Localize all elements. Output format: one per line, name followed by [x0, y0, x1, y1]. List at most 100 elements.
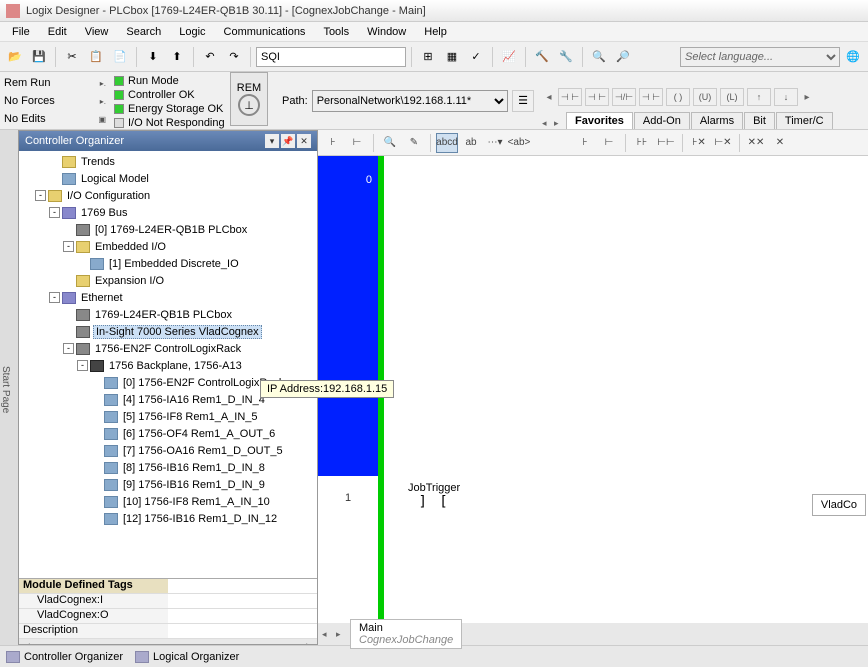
verify-icon[interactable]: ✓	[465, 46, 487, 68]
tree-item[interactable]: -Embedded I/O	[21, 238, 315, 255]
xic-contact[interactable]: JobTrigger ] [	[408, 482, 460, 510]
menu-window[interactable]: Window	[359, 24, 414, 40]
quickfind-input[interactable]	[256, 47, 406, 67]
palette-right-icon[interactable]: ▸	[800, 90, 814, 104]
tree-expander-icon[interactable]: -	[49, 292, 60, 303]
palette-tab-alarms[interactable]: Alarms	[691, 112, 743, 129]
path-select[interactable]: PersonalNetwork\192.168.1.11*	[312, 90, 508, 112]
tree-item[interactable]: [1] Embedded Discrete_IO	[21, 255, 315, 272]
trend-icon[interactable]: 📈	[498, 46, 520, 68]
tree-item[interactable]: -Ethernet	[21, 289, 315, 306]
t7-icon[interactable]: ✕✕	[745, 133, 767, 153]
tab-left-icon[interactable]: ◂	[322, 629, 336, 640]
menu-view[interactable]: View	[77, 24, 117, 40]
open-icon[interactable]: 📂	[4, 46, 26, 68]
tree-expander-icon[interactable]: -	[77, 360, 88, 371]
paste-icon[interactable]: 📄	[109, 46, 131, 68]
scrollbar[interactable]: ◂▸	[19, 639, 317, 644]
edits-dropdown-icon[interactable]: ▣	[98, 115, 106, 124]
t1-icon[interactable]: ⊦	[574, 133, 596, 153]
upload-icon[interactable]: ⬆	[166, 46, 188, 68]
build-all-icon[interactable]: 🔧	[555, 46, 577, 68]
tree-expander-icon[interactable]: -	[63, 241, 74, 252]
tree-expander-icon[interactable]: -	[35, 190, 46, 201]
rung-1[interactable]: 1 JobTrigger ] [ VladCo	[318, 478, 868, 528]
tree-expander-icon[interactable]: -	[49, 207, 60, 218]
controller-organizer-tab[interactable]: Controller Organizer	[6, 651, 123, 663]
t4-icon[interactable]: ⊢⊢	[655, 133, 677, 153]
ladder-area[interactable]: 0 1 JobTrigger ] [ VladCo	[318, 156, 868, 645]
redo-icon[interactable]: ↷	[223, 46, 245, 68]
t5-icon[interactable]: ⊦✕	[688, 133, 710, 153]
element-button-6[interactable]: (L)	[720, 88, 744, 106]
instruction-box[interactable]: VladCo	[812, 494, 866, 516]
logical-organizer-tab[interactable]: Logical Organizer	[135, 651, 239, 663]
palette-tab-add-on[interactable]: Add-On	[634, 112, 690, 129]
menu-edit[interactable]: Edit	[40, 24, 75, 40]
zoom-icon[interactable]: 🔍	[379, 133, 401, 153]
crossref-icon[interactable]: ⊞	[417, 46, 439, 68]
build-icon[interactable]: 🔨	[531, 46, 553, 68]
tab-right-icon[interactable]: ▸	[336, 629, 350, 640]
rung-icon[interactable]: ⊦	[322, 133, 344, 153]
forces-dropdown-icon[interactable]: ▸.	[100, 97, 106, 106]
element-button-7[interactable]: ↑	[747, 88, 771, 106]
element-button-4[interactable]: ( )	[666, 88, 690, 106]
tree-item[interactable]: [6] 1756-OF4 Rem1_A_OUT_6	[21, 425, 315, 442]
dropdown-icon[interactable]: ▾	[265, 134, 279, 148]
prop-row[interactable]: VladCognex:O	[19, 609, 168, 623]
palette-left-icon[interactable]: ◂	[542, 90, 556, 104]
menu-file[interactable]: File	[4, 24, 38, 40]
cut-icon[interactable]: ✂	[61, 46, 83, 68]
t8-icon[interactable]: ✕	[769, 133, 791, 153]
tree-item[interactable]: [0] 1769-L24ER-QB1B PLCbox	[21, 221, 315, 238]
tabs-right-icon[interactable]: ▸	[554, 118, 566, 129]
tree-item[interactable]: Expansion I/O	[21, 272, 315, 289]
tabs-left-icon[interactable]: ◂	[542, 118, 554, 129]
copy-icon[interactable]: 📋	[85, 46, 107, 68]
ab-icon[interactable]: ab	[460, 133, 482, 153]
branch-icon[interactable]: ⊢	[346, 133, 368, 153]
path-browse-icon[interactable]: ☰	[512, 90, 534, 112]
language-select[interactable]: Select language...	[680, 47, 840, 67]
rung-0-selected[interactable]: 0	[318, 156, 378, 476]
tree-item[interactable]: In-Sight 7000 Series VladCognex	[21, 323, 315, 340]
element-button-3[interactable]: ⊣ ⊢	[639, 88, 663, 106]
abcd-toggle-icon[interactable]: abcd	[436, 133, 458, 153]
palette-tab-bit[interactable]: Bit	[744, 112, 775, 129]
element-button-5[interactable]: (U)	[693, 88, 717, 106]
menu-tools[interactable]: Tools	[315, 24, 357, 40]
undo-icon[interactable]: ↶	[199, 46, 221, 68]
tree-item[interactable]: [8] 1756-IB16 Rem1_D_IN_8	[21, 459, 315, 476]
element-button-8[interactable]: ↓	[774, 88, 798, 106]
prop-row[interactable]: VladCognex:I	[19, 594, 168, 608]
organizer-tree[interactable]: TrendsLogical Model-I/O Configuration-17…	[19, 151, 317, 578]
tree-item[interactable]: -I/O Configuration	[21, 187, 315, 204]
code-icon[interactable]: <ab>	[508, 133, 530, 153]
edit-icon[interactable]: ✎	[403, 133, 425, 153]
browse-icon[interactable]: 🔎	[612, 46, 634, 68]
mode-dropdown-icon[interactable]: ▸.	[100, 79, 106, 88]
globe-icon[interactable]: 🌐	[842, 46, 864, 68]
palette-tab-timer/c[interactable]: Timer/C	[776, 112, 833, 129]
search-icon[interactable]: 🔍	[588, 46, 610, 68]
tree-item[interactable]: [5] 1756-IF8 Rem1_A_IN_5	[21, 408, 315, 425]
close-icon[interactable]: ✕	[297, 134, 311, 148]
element-button-1[interactable]: ⊣ ⊢	[585, 88, 609, 106]
t3-icon[interactable]: ⊦⊦	[631, 133, 653, 153]
pin-icon[interactable]: 📌	[281, 134, 295, 148]
tree-item[interactable]: -1756-EN2F ControlLogixRack	[21, 340, 315, 357]
t6-icon[interactable]: ⊢✕	[712, 133, 734, 153]
tag-icon[interactable]: ▦	[441, 46, 463, 68]
start-page-strip[interactable]: Start Page	[0, 130, 18, 645]
tree-item[interactable]: [7] 1756-OA16 Rem1_D_OUT_5	[21, 442, 315, 459]
tree-item[interactable]: [12] 1756-IB16 Rem1_D_IN_12	[21, 510, 315, 527]
tree-item[interactable]: 1769-L24ER-QB1B PLCbox	[21, 306, 315, 323]
element-button-0[interactable]: ⊣ ⊢	[558, 88, 582, 106]
tree-item[interactable]: Trends	[21, 153, 315, 170]
tree-item[interactable]: [10] 1756-IF8 Rem1_A_IN_10	[21, 493, 315, 510]
palette-tab-favorites[interactable]: Favorites	[566, 112, 633, 129]
main-tab[interactable]: Main CognexJobChange	[350, 619, 462, 649]
tree-item[interactable]: Logical Model	[21, 170, 315, 187]
tree-item[interactable]: -1769 Bus	[21, 204, 315, 221]
